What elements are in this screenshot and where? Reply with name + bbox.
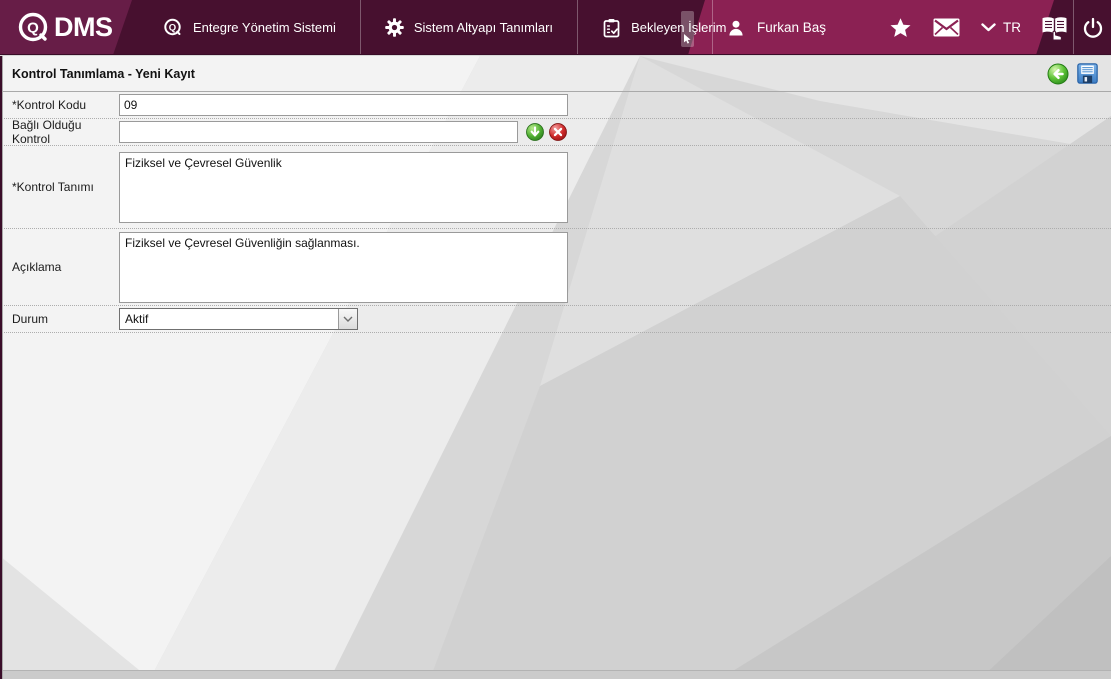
durum-selected-value: Aktif <box>125 312 149 326</box>
main-content: Kontrol Tanımlama - Yeni Kayıt *Kontrol … <box>0 56 1111 679</box>
kontrol-tanimi-textarea[interactable]: Fiziksel ve Çevresel Güvenlik <box>119 151 568 223</box>
durum-select[interactable]: Aktif <box>119 308 358 330</box>
page-title: Kontrol Tanımlama - Yeni Kayıt <box>12 66 195 81</box>
person-icon <box>726 18 746 38</box>
kontrol-kodu-input[interactable] <box>119 94 568 116</box>
mail-icon[interactable] <box>933 18 960 37</box>
logout-button[interactable] <box>1074 0 1111 54</box>
field-label: Açıklama <box>12 260 62 274</box>
user-manual-button[interactable] <box>1036 0 1073 54</box>
user-area: Furkan Baş TR <box>712 0 1035 54</box>
favorites-star-icon[interactable] <box>889 17 912 39</box>
menu-item-sistem-altyapi-tanimlari[interactable]: Sistem Altyapı Tanımları <box>361 0 577 54</box>
clear-x-icon <box>549 123 567 141</box>
form-row-kontrol-kodu: *Kontrol Kodu <box>0 92 1111 119</box>
bagli-kontrol-input[interactable] <box>119 121 518 143</box>
back-button[interactable] <box>1047 63 1069 85</box>
user-manual-icon <box>1042 16 1067 41</box>
cursor-pointer-icon <box>683 34 691 44</box>
menu-item-label: Sistem Altyapı Tanımları <box>413 20 554 35</box>
pick-down-icon <box>526 123 544 141</box>
left-edge-line <box>2 56 3 679</box>
aciklama-textarea[interactable]: Fiziksel ve Çevresel Güvenliğin sağlanma… <box>119 231 568 303</box>
menu-item-entegre-yonetim-sistemi[interactable]: Q Entegre Yönetim Sistemi <box>138 0 360 54</box>
qdms-logo[interactable]: Q DMS <box>15 0 113 54</box>
clear-value-button[interactable] <box>549 123 567 141</box>
qdms-logo-text: DMS <box>54 12 113 42</box>
user-name: Furkan Baş <box>757 20 827 35</box>
nav-divider <box>712 0 713 54</box>
power-icon <box>1083 17 1102 38</box>
qdms-ring-icon: Q <box>162 17 183 38</box>
select-dropdown-button[interactable] <box>338 309 357 329</box>
form-row-kontrol-tanimi: *Kontrol Tanımı Fiziksel ve Çevresel Güv… <box>0 146 1111 229</box>
form-row-aciklama: Açıklama Fiziksel ve Çevresel Güvenliğin… <box>0 229 1111 306</box>
field-label: *Kontrol Tanımı <box>12 180 94 194</box>
header-right-icons <box>1036 0 1111 54</box>
svg-text:Q: Q <box>27 19 39 36</box>
page-header: Kontrol Tanımlama - Yeni Kayıt <box>0 56 1111 92</box>
language-selector[interactable]: TR <box>981 20 1021 35</box>
back-arrow-icon <box>1047 63 1069 84</box>
field-label: Bağlı Olduğu Kontrol <box>12 118 82 146</box>
save-button[interactable] <box>1077 63 1098 84</box>
form-row-bagli-kontrol: Bağlı Olduğu Kontrol <box>0 118 1111 146</box>
collapsed-panel-handle[interactable] <box>681 11 694 47</box>
user-menu[interactable]: Furkan Baş <box>712 18 826 38</box>
svg-text:Q: Q <box>169 22 176 33</box>
qdms-q-ring-icon: Q <box>15 10 51 46</box>
main-menu: Q Entegre Yönetim Sistemi Sistem Altyapı… <box>138 0 750 54</box>
gear-icon <box>385 18 404 37</box>
form-row-durum: Durum Aktif <box>0 306 1111 333</box>
chevron-down-icon <box>343 316 353 322</box>
pick-value-button[interactable] <box>526 123 544 141</box>
field-label: *Kontrol Kodu <box>12 98 87 112</box>
top-navbar: Q DMS Q Entegre Yönetim Sistemi Sistem A… <box>0 0 1111 55</box>
save-floppy-icon <box>1077 63 1098 84</box>
menu-item-label: Entegre Yönetim Sistemi <box>193 20 336 35</box>
chevron-down-icon <box>981 23 996 32</box>
field-label: Durum <box>12 312 49 326</box>
language-code: TR <box>1003 20 1021 35</box>
clipboard-check-icon <box>602 18 621 38</box>
